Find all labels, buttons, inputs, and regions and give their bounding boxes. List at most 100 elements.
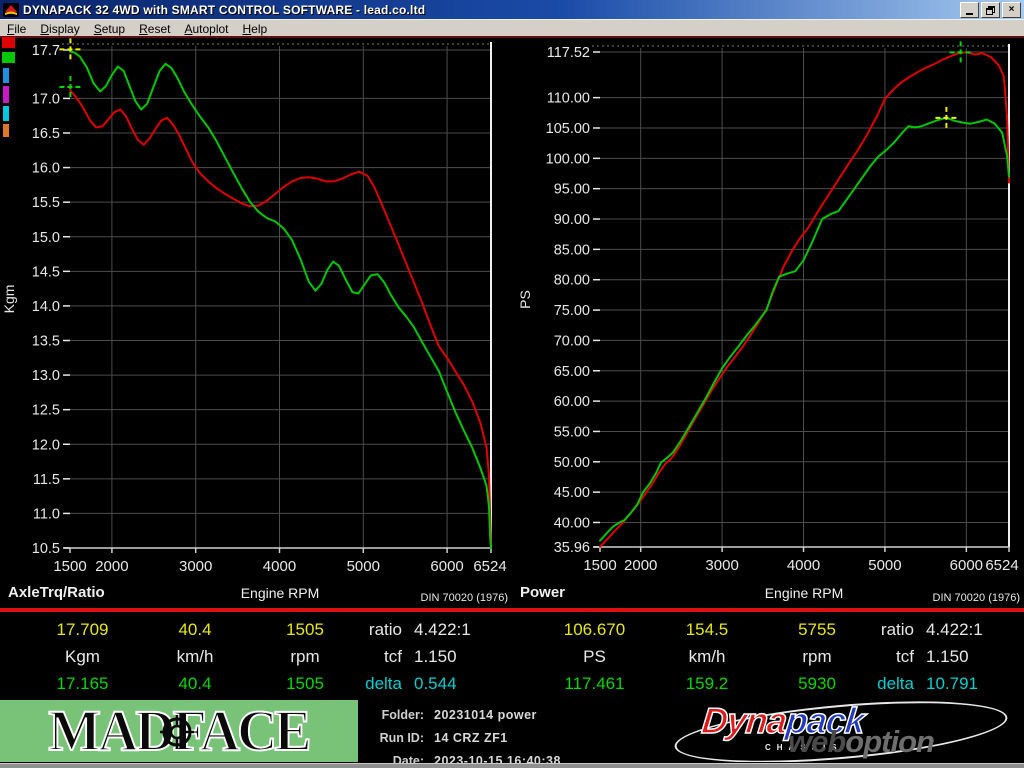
left-chart-xlabel: Engine RPM — [240, 585, 320, 601]
runid-label: Run ID: — [379, 730, 424, 745]
app-icon — [3, 2, 19, 17]
y-tick-label: 55.00 — [554, 424, 590, 440]
y-axis-label: Kgm — [1, 285, 17, 314]
x-tick-label: 2000 — [95, 558, 128, 575]
window-title: DYNAPACK 32 4WD with SMART CONTROL SOFTW… — [23, 2, 426, 17]
run-info-panel: Folder: 20231014 power Run ID: 14 CRZ ZF1 … — [366, 703, 646, 768]
y-tick-label: 40.00 — [554, 515, 590, 531]
readout-value: 17.709 — [56, 620, 109, 639]
y-tick-label: 17.7 — [32, 43, 60, 59]
x-tick-label: 5000 — [347, 558, 380, 575]
dynapack-logo: Dynapack CHASSIS weboption — [660, 698, 1024, 762]
y-tick-label: 90.00 — [554, 212, 590, 228]
menu-help[interactable]: Help — [236, 21, 275, 37]
x-tick-label: 5000 — [868, 557, 901, 574]
readout-unit: km/h — [176, 647, 214, 666]
readout-value: 40.4 — [178, 674, 212, 693]
menu-reset[interactable]: Reset — [132, 21, 177, 37]
readout-unit: Kgm — [65, 647, 100, 666]
x-tick-label: 1500 — [583, 557, 616, 574]
menu-setup[interactable]: Setup — [87, 21, 132, 37]
delta-label: delta — [365, 674, 402, 693]
x-tick-label: 6000 — [950, 557, 983, 574]
right-chart-xlabel: Engine RPM — [764, 585, 844, 601]
restore-button[interactable] — [981, 2, 1000, 18]
menu-display[interactable]: Display — [33, 21, 86, 37]
y-tick-label: 16.5 — [32, 126, 60, 142]
tcf-value: 1.150 — [926, 647, 969, 666]
readout-unit: km/h — [688, 647, 726, 666]
left-chart-standard: DIN 70020 (1976) — [420, 592, 508, 604]
y-tick-label: 65.00 — [554, 364, 590, 380]
close-icon: × — [1008, 4, 1015, 15]
y-tick-label: 60.00 — [554, 394, 590, 410]
y-tick-label: 75.00 — [554, 303, 590, 319]
torque-curve-red — [69, 89, 492, 546]
ratio-label: ratio — [368, 620, 402, 639]
torque-curve-green — [69, 50, 492, 549]
readout-unit: PS — [583, 647, 606, 666]
y-tick-label: 15.5 — [32, 195, 60, 211]
y-tick-label: 117.52 — [547, 45, 590, 61]
power-curve-green — [599, 116, 1010, 542]
runid-value: 14 CRZ ZF1 — [434, 730, 508, 745]
folder-label: Folder: — [381, 707, 424, 722]
x-tick-label: 6000 — [430, 558, 463, 575]
y-tick-label: 13.0 — [32, 368, 60, 384]
readout-value: 159.2 — [685, 674, 729, 693]
delta-label: delta — [877, 674, 914, 693]
readout-value: 106.670 — [563, 620, 626, 639]
x-tick-label: 2000 — [624, 557, 657, 574]
y-tick-label: 13.5 — [32, 334, 60, 350]
y-tick-label: 45.00 — [554, 485, 590, 501]
x-tick-label: 3000 — [705, 557, 738, 574]
app-window: DYNAPACK 32 4WD with SMART CONTROL SOFTW… — [0, 0, 1024, 768]
y-tick-label: 100.00 — [546, 151, 590, 167]
right-chart-standard: DIN 70020 (1976) — [932, 592, 1020, 604]
y-axis-label: PS — [517, 290, 533, 309]
menu-bar: File Display Setup Reset Autoplot Help — [0, 19, 1024, 37]
y-tick-label: 12.0 — [32, 437, 60, 453]
torque-readout-panel: 17.709 40.4 1505 ratio 4.422:1 Kgm km/h … — [0, 612, 512, 698]
delta-value: 0.544 — [414, 674, 457, 693]
y-tick-label: 16.0 — [32, 161, 60, 177]
menu-file[interactable]: File — [0, 21, 33, 37]
power-chart[interactable]: 117.52 110.00 105.00 100.00 95.00 90.00 85.00 8… — [512, 38, 1024, 608]
title-bar: DYNAPACK 32 4WD with SMART CONTROL SOFTW… — [0, 0, 1024, 19]
y-tick-label: 15.0 — [32, 230, 60, 246]
restore-icon — [986, 6, 995, 15]
y-tick-label: 14.5 — [32, 264, 60, 280]
ratio-value: 4.422:1 — [414, 620, 471, 639]
torque-chart[interactable]: 17.7 17.0 16.5 16.0 15.5 15.0 14.5 14.0 13.5 13.0… — [0, 38, 512, 608]
y-tick-label: 110.00 — [547, 91, 590, 107]
minimize-icon — [966, 12, 973, 15]
crosshair-icon — [160, 715, 194, 749]
y-tick-label: 50.00 — [554, 455, 590, 471]
y-tick-label: 105.00 — [546, 121, 590, 137]
x-tick-label: 6524 — [985, 557, 1018, 574]
x-tick-label: 6524 — [473, 558, 506, 575]
tcf-value: 1.150 — [414, 647, 457, 666]
minimize-button[interactable] — [960, 2, 979, 18]
tcf-label: tcf — [896, 647, 914, 666]
left-chart-title: AxleTrq/Ratio — [8, 584, 105, 601]
readout-value: 17.165 — [56, 674, 109, 693]
y-tick-label: 11.5 — [33, 472, 60, 488]
folder-value: 20231014 power — [434, 707, 537, 722]
close-button[interactable]: × — [1002, 2, 1021, 18]
y-tick-label: 17.0 — [32, 91, 60, 107]
delta-value: 10.791 — [926, 674, 978, 693]
madface-logo: MADFACE — [0, 700, 358, 762]
x-tick-label: 3000 — [179, 558, 212, 575]
tcf-label: tcf — [384, 647, 402, 666]
y-tick-label: 35.96 — [554, 540, 590, 556]
y-tick-label: 80.00 — [554, 273, 590, 289]
x-tick-label: 1500 — [53, 558, 86, 575]
y-tick-label: 70.00 — [554, 333, 590, 349]
power-readout-panel: 106.670 154.5 5755 ratio 4.422:1 PS km/h… — [512, 612, 1024, 698]
y-tick-label: 12.5 — [32, 403, 60, 419]
menu-autoplot[interactable]: Autoplot — [177, 21, 235, 37]
y-tick-label: 11.0 — [33, 506, 60, 522]
x-tick-label: 4000 — [263, 558, 296, 575]
right-chart-title: Power — [520, 584, 566, 601]
